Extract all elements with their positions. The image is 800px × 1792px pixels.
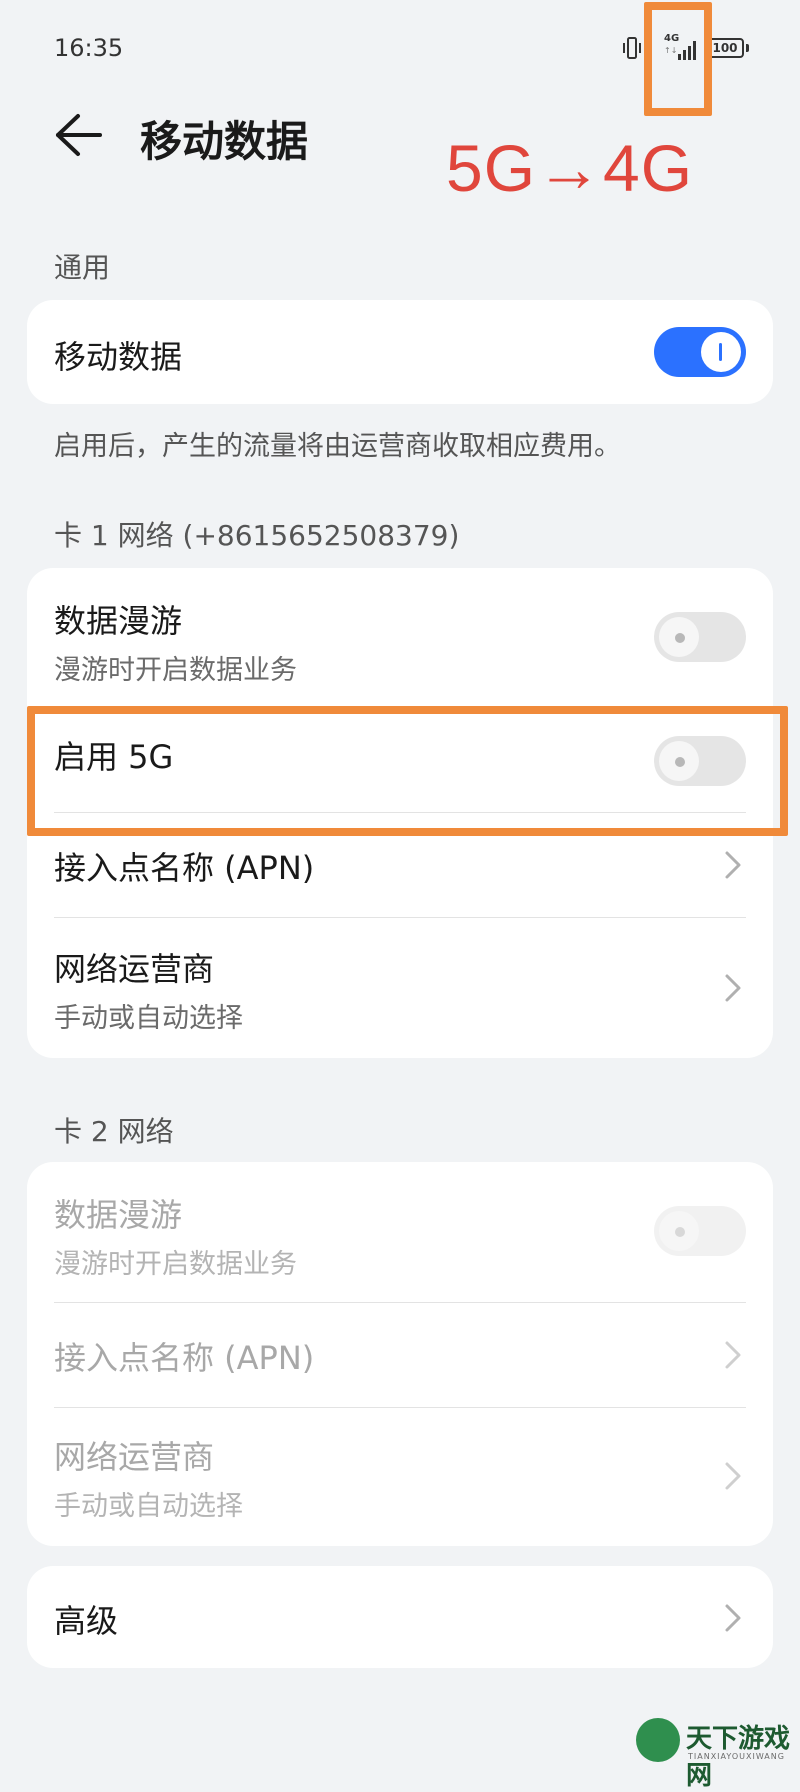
sim1-roaming-subtitle: 漫游时开启数据业务 (54, 655, 297, 686)
sim2-roaming-subtitle: 漫游时开启数据业务 (54, 1249, 297, 1280)
sim1-roaming-row[interactable]: 数据漫游 漫游时开启数据业务 (27, 568, 773, 708)
sim2-card: 数据漫游 漫游时开启数据业务 接入点名称 (APN) 网络运营商 手动或自动选择 (27, 1162, 773, 1546)
vibrate-icon (623, 37, 641, 59)
advanced-title: 高级 (54, 1602, 119, 1640)
mobile-data-label: 移动数据 (54, 338, 183, 376)
sim2-apn-title: 接入点名称 (APN) (54, 1339, 315, 1377)
enable-5g-highlight-box (27, 706, 788, 836)
toggle-knob (701, 332, 741, 372)
chevron-right-icon (725, 974, 741, 1002)
mobile-data-note: 启用后，产生的流量将由运营商收取相应费用。 (54, 431, 621, 462)
sim2-carrier-row: 网络运营商 手动或自动选择 (27, 1408, 773, 1546)
sim2-roaming-toggle (654, 1206, 746, 1256)
toggle-knob (659, 1211, 699, 1251)
sim2-roaming-title: 数据漫游 (54, 1196, 183, 1234)
status-time: 16:35 (54, 34, 124, 62)
toggle-knob (659, 617, 699, 657)
sim1-carrier-row[interactable]: 网络运营商 手动或自动选择 (27, 918, 773, 1058)
battery-tip (746, 44, 749, 52)
sim1-roaming-title: 数据漫游 (54, 602, 183, 640)
advanced-row[interactable]: 高级 (27, 1566, 773, 1668)
section-label-sim2: 卡 2 网络 (54, 1115, 174, 1148)
page-title: 移动数据 (140, 117, 309, 166)
watermark-logo-icon (636, 1718, 680, 1762)
back-arrow-icon[interactable] (54, 112, 104, 158)
status-highlight-box (644, 2, 712, 116)
chevron-right-icon (725, 1341, 741, 1369)
sim1-roaming-toggle[interactable] (654, 612, 746, 662)
watermark-subtext: TIANXIAYOUXIWANG (688, 1752, 785, 1761)
sim2-carrier-title: 网络运营商 (54, 1438, 215, 1476)
mobile-data-toggle[interactable] (654, 327, 746, 377)
sim1-carrier-title: 网络运营商 (54, 950, 215, 988)
chevron-right-icon (725, 1462, 741, 1490)
annotation-text: 5G→4G (446, 131, 694, 205)
section-label-general: 通用 (54, 251, 111, 284)
chevron-right-icon (725, 1604, 741, 1632)
chevron-right-icon (725, 851, 741, 879)
watermark: 天下游戏网 TIANXIAYOUXIWANG (636, 1712, 796, 1791)
section-label-sim1: 卡 1 网络 (+8615652508379) (54, 519, 460, 552)
sim2-carrier-subtitle: 手动或自动选择 (54, 1491, 243, 1522)
sim1-carrier-subtitle: 手动或自动选择 (54, 1003, 243, 1034)
sim2-roaming-row: 数据漫游 漫游时开启数据业务 (27, 1162, 773, 1302)
mobile-data-card: 移动数据 (27, 300, 773, 404)
sim1-apn-title: 接入点名称 (APN) (54, 849, 315, 887)
sim2-apn-row: 接入点名称 (APN) (27, 1303, 773, 1407)
